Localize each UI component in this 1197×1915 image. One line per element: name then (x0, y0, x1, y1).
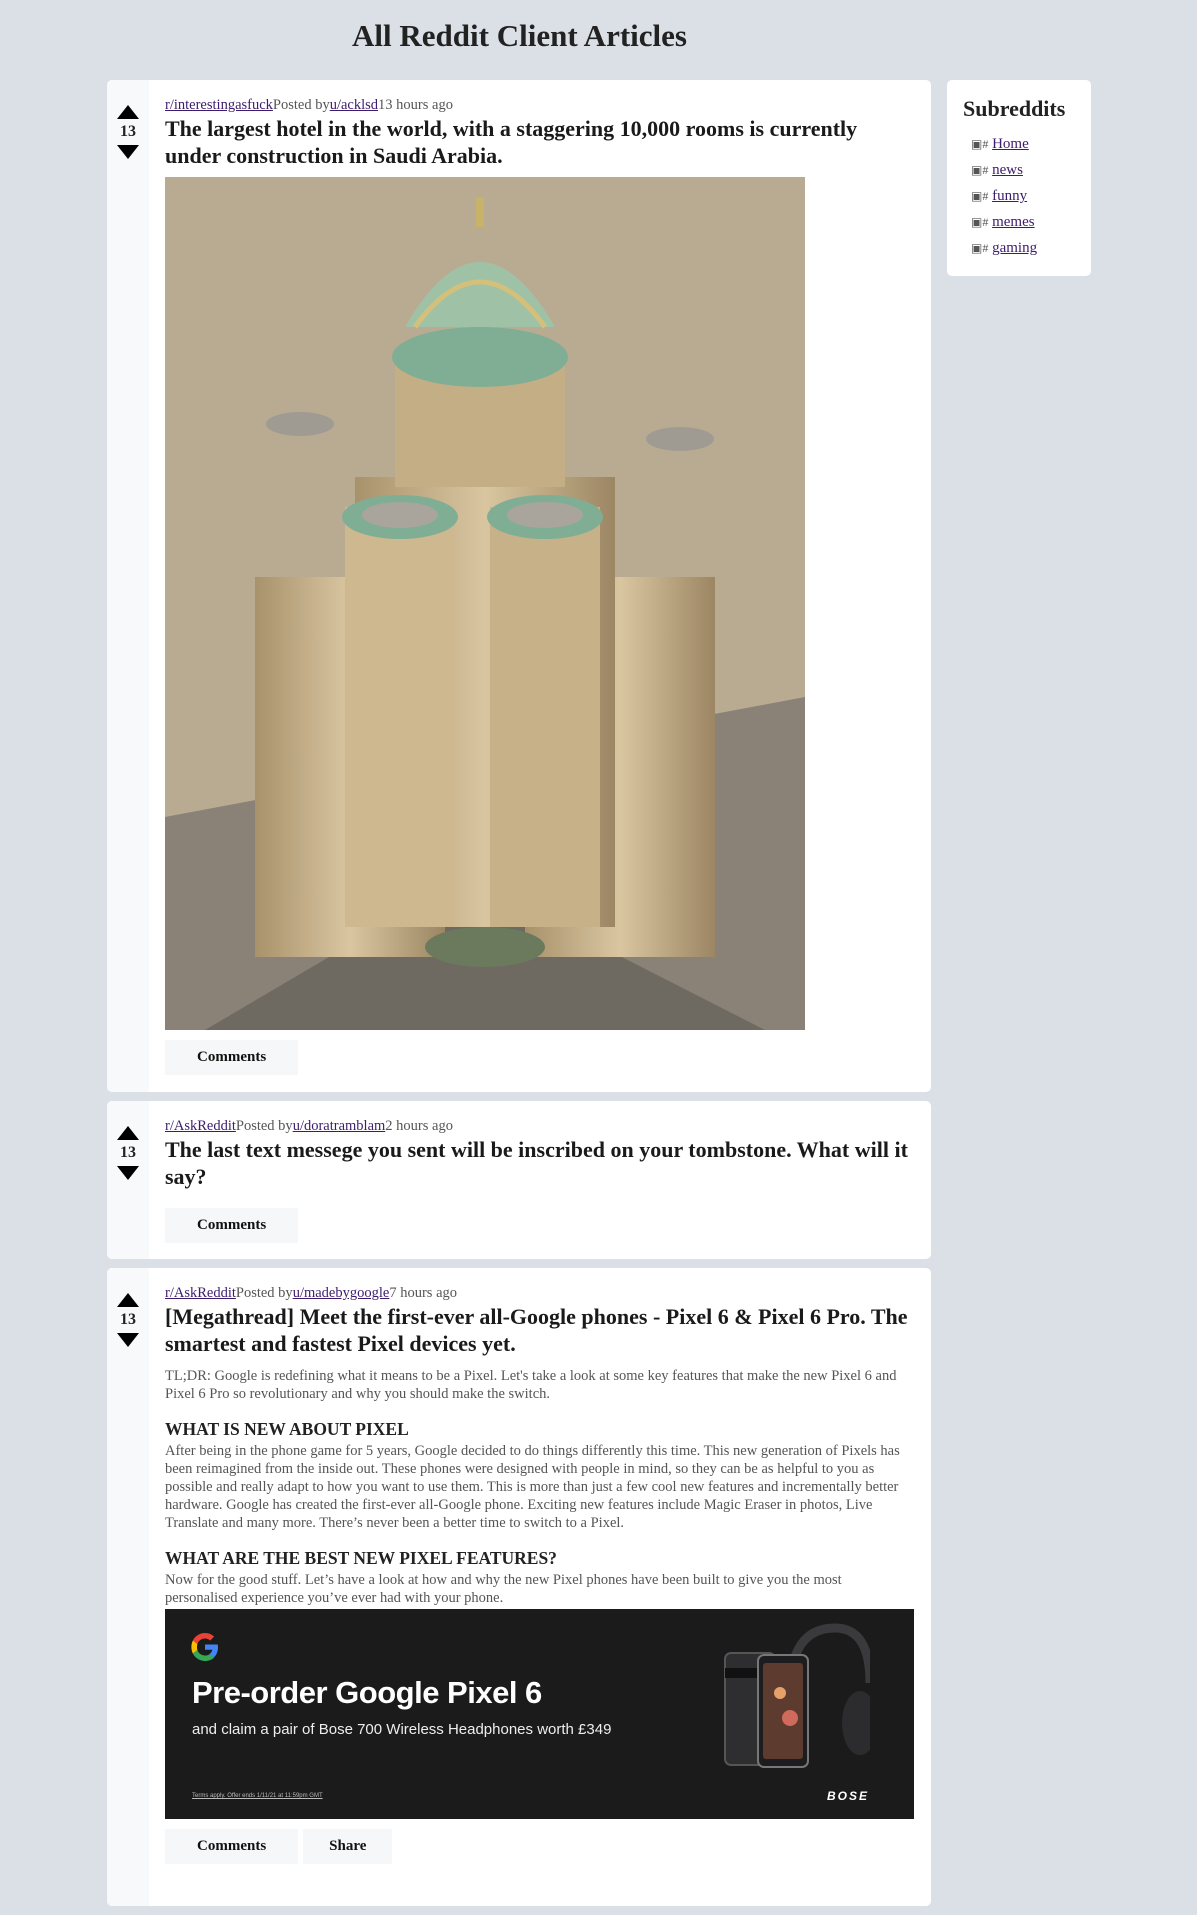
author-link[interactable]: u/doratramblam (293, 1118, 386, 1134)
phone-and-headphones-image (724, 1623, 870, 1768)
posted-by-label: Posted by (235, 1118, 293, 1134)
section-heading: WHAT IS NEW ABOUT PIXEL (165, 1419, 409, 1439)
downvote-arrow-icon[interactable] (117, 1166, 139, 1180)
post-time: 2 hours ago (385, 1118, 453, 1134)
vote-column: 13 (107, 80, 149, 1092)
vote-score: 13 (120, 1144, 136, 1161)
vote-column: 13 (107, 1268, 149, 1906)
broken-image-icon: ▣# (971, 215, 989, 229)
page-title: All Reddit Client Articles (352, 18, 687, 53)
google-g-icon (191, 1633, 218, 1661)
section-paragraph: After being in the phone game for 5 year… (165, 1443, 900, 1531)
post-meta: r/AskRedditPosted byu/madebygoogle7 hour… (165, 1284, 915, 1302)
post-title[interactable]: The last text messege you sent will be i… (165, 1136, 915, 1190)
sidebar-link[interactable]: news (992, 162, 1023, 178)
post-time: 7 hours ago (389, 1285, 458, 1301)
broken-image-icon: ▣# (971, 163, 989, 177)
subreddit-link[interactable]: r/interestingasfuck (165, 97, 273, 113)
posted-by-label: Posted by (272, 97, 330, 113)
post-tldr: TL;DR: Google is redefining what it mean… (165, 1368, 897, 1402)
ad-terms[interactable]: Terms apply. Offer ends 1/11/21 at 11:59… (192, 1793, 323, 1799)
downvote-arrow-icon[interactable] (117, 145, 139, 159)
pixel-ad-banner[interactable]: Pre-order Google Pixel 6 and claim a pai… (165, 1609, 914, 1819)
upvote-arrow-icon[interactable] (117, 1293, 139, 1307)
sidebar-link[interactable]: Home (992, 136, 1029, 152)
section-paragraph: Now for the good stuff. Let’s have a loo… (165, 1572, 842, 1606)
post-time: 13 hours ago (378, 97, 453, 113)
sidebar-link[interactable]: funny (992, 188, 1027, 204)
subreddit-link[interactable]: r/AskReddit (165, 1285, 236, 1301)
subreddits-sidebar: Subreddits ▣# Home ▣# news ▣# funny ▣# m… (947, 80, 1091, 276)
sidebar-link[interactable]: gaming (992, 240, 1037, 256)
post-meta: r/AskRedditPosted byu/doratramblam2 hour… (165, 1117, 915, 1135)
vote-score: 13 (120, 1311, 136, 1328)
ad-subtext: and claim a pair of Bose 700 Wireless He… (192, 1721, 612, 1738)
sidebar-item-memes[interactable]: ▣# memes (971, 209, 1091, 235)
post-card: 13 r/AskRedditPosted byu/doratramblam2 h… (107, 1101, 931, 1259)
comments-button[interactable]: Comments (165, 1040, 299, 1075)
author-link[interactable]: u/madebygoogle (293, 1285, 390, 1301)
share-button[interactable]: Share (303, 1829, 393, 1864)
vote-column: 13 (107, 1101, 149, 1259)
broken-image-icon: ▣# (971, 137, 989, 151)
broken-image-icon: ▣# (971, 241, 989, 255)
post-content: r/AskRedditPosted byu/doratramblam2 hour… (165, 1101, 931, 1253)
sidebar-item-home[interactable]: ▣# Home (971, 131, 1091, 157)
subreddit-link[interactable]: r/AskReddit (165, 1118, 236, 1134)
bose-logo: BOSE (826, 1789, 869, 1803)
author-link[interactable]: u/acklsd (330, 97, 378, 113)
sidebar-item-gaming[interactable]: ▣# gaming (971, 235, 1091, 261)
hotel-illustration (165, 177, 805, 1030)
sidebar-title: Subreddits (963, 96, 1066, 121)
post-meta: r/interestingasfuckPosted byu/acklsd13 h… (165, 96, 915, 114)
post-image[interactable] (165, 177, 805, 1030)
post-card: 13 r/interestingasfuckPosted byu/acklsd1… (107, 80, 931, 1092)
ad-headline: Pre-order Google Pixel 6 (192, 1675, 542, 1710)
upvote-arrow-icon[interactable] (117, 105, 139, 119)
post-card: 13 r/AskRedditPosted byu/madebygoogle7 h… (107, 1268, 931, 1906)
sidebar-item-news[interactable]: ▣# news (971, 157, 1091, 183)
post-title[interactable]: The largest hotel in the world, with a s… (165, 115, 915, 169)
post-title[interactable]: [Megathread] Meet the first-ever all-Goo… (165, 1303, 915, 1357)
post-content: r/AskRedditPosted byu/madebygoogle7 hour… (165, 1268, 931, 1874)
section-heading: WHAT ARE THE BEST NEW PIXEL FEATURES? (165, 1548, 557, 1568)
sidebar-link[interactable]: memes (992, 214, 1035, 230)
broken-image-icon: ▣# (971, 189, 989, 203)
comments-button[interactable]: Comments (165, 1829, 299, 1864)
comments-button[interactable]: Comments (165, 1208, 299, 1243)
downvote-arrow-icon[interactable] (117, 1333, 139, 1347)
vote-score: 13 (120, 123, 136, 140)
posted-by-label: Posted by (235, 1285, 293, 1301)
post-feed: 13 r/interestingasfuckPosted byu/acklsd1… (107, 80, 931, 1915)
post-content: r/interestingasfuckPosted byu/acklsd13 h… (165, 80, 931, 1085)
sidebar-item-funny[interactable]: ▣# funny (971, 183, 1091, 209)
upvote-arrow-icon[interactable] (117, 1126, 139, 1140)
